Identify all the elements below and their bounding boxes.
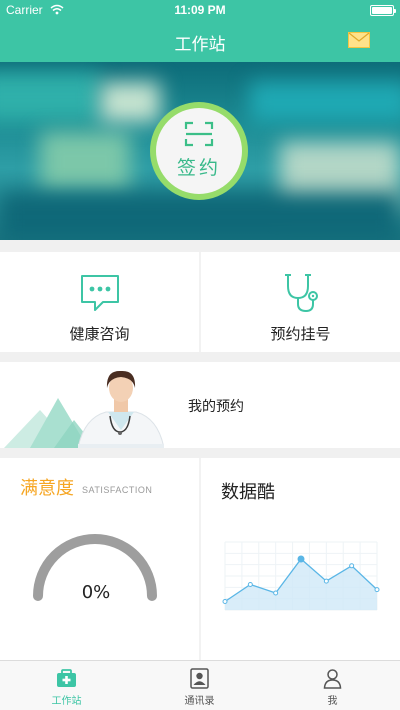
- sign-label: 签约: [176, 157, 221, 179]
- banner-blur-shape: [250, 82, 400, 122]
- chat-bubble-icon: [81, 275, 119, 311]
- book-appointment-button[interactable]: 预约挂号: [201, 252, 400, 352]
- banner: 签约: [0, 62, 400, 240]
- book-appointment-label: 预约挂号: [270, 325, 331, 343]
- chart-point: [273, 590, 279, 596]
- health-consult-label: 健康咨询: [69, 325, 130, 343]
- battery-icon: [370, 5, 396, 16]
- banner-blur-shape: [40, 132, 130, 192]
- my-appointment-label: 我的预约: [188, 399, 244, 415]
- satisfaction-subtitle: SATISFACTION: [82, 485, 153, 495]
- contacts-icon: [190, 668, 209, 689]
- data-line-chart: [222, 541, 380, 611]
- chart-point: [349, 563, 355, 569]
- page-title: 工作站: [174, 35, 226, 55]
- data-panel[interactable]: 数据酷: [201, 458, 400, 660]
- chart-point: [247, 582, 253, 587]
- chart-area: [225, 559, 377, 610]
- medical-kit-icon: [57, 669, 76, 687]
- mail-icon[interactable]: [348, 32, 370, 48]
- satisfaction-panel[interactable]: 满意度 SATISFACTION 0%: [0, 458, 199, 660]
- person-icon: [323, 669, 342, 689]
- health-consult-button[interactable]: 健康咨询: [0, 252, 199, 352]
- status-bar: Carrier 11:09 PM: [0, 0, 400, 20]
- banner-blur-shape: [100, 82, 160, 122]
- chart-point: [323, 578, 329, 584]
- tab-me[interactable]: 我: [266, 661, 399, 710]
- scan-icon: [184, 121, 214, 147]
- top-bar: Carrier 11:09 PM 工作站: [0, 0, 400, 62]
- satisfaction-value: 0%: [81, 582, 111, 603]
- chart-point: [297, 555, 305, 563]
- chart-point: [222, 599, 228, 604]
- tab-contacts[interactable]: 通讯录: [133, 661, 266, 710]
- section-gap: [0, 352, 400, 362]
- tab-label: 通讯录: [184, 696, 215, 707]
- doctor-illustration: [78, 370, 164, 448]
- banner-blur-shape: [0, 72, 100, 122]
- tab-label: 我: [327, 696, 338, 707]
- satisfaction-title: 满意度: [20, 478, 74, 499]
- section-gap: [0, 240, 400, 252]
- data-title: 数据酷: [221, 482, 275, 503]
- my-appointment-row[interactable]: 我的预约: [0, 362, 400, 448]
- tab-workstation[interactable]: 工作站: [0, 661, 133, 710]
- stethoscope-icon: [285, 274, 318, 313]
- tab-label: 工作站: [51, 696, 82, 707]
- tab-bar: 工作站 通讯录 我: [0, 660, 400, 710]
- chart-point: [374, 587, 380, 593]
- section-gap: [0, 448, 400, 458]
- clock-label: 11:09 PM: [174, 3, 226, 17]
